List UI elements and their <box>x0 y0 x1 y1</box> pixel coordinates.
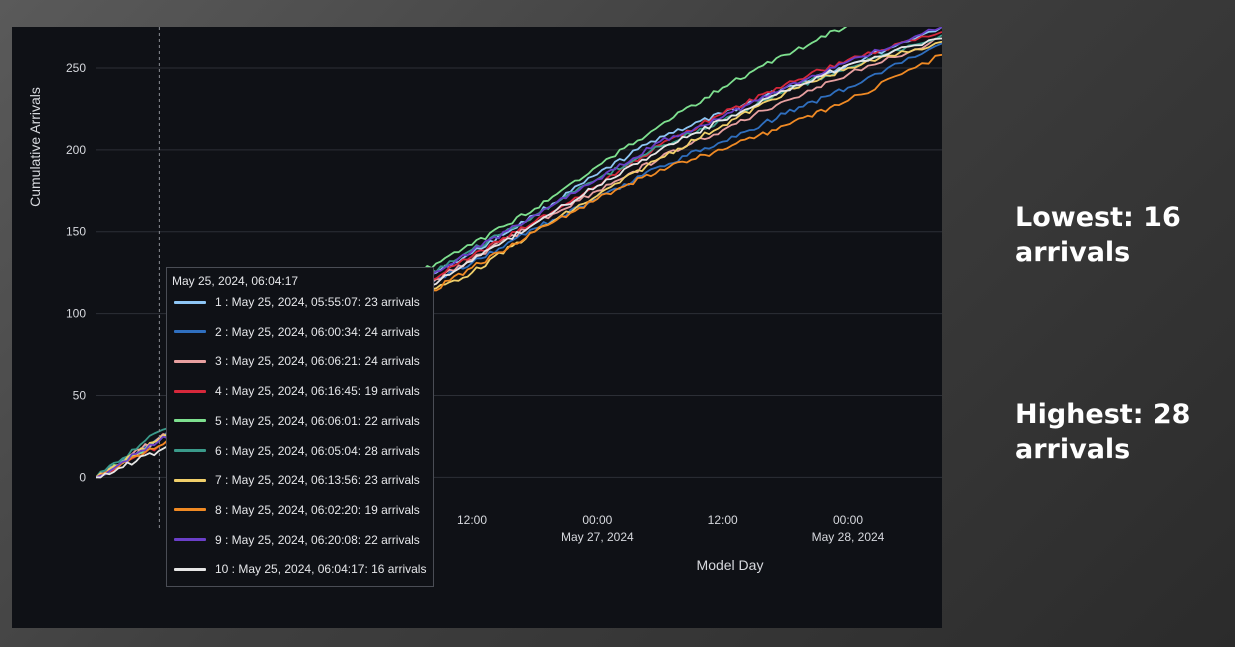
series-swatch-icon <box>174 330 206 334</box>
tooltip-row-text: 2 : May 25, 2024, 06:00:34: 24 arrivals <box>215 324 420 339</box>
series-swatch-icon <box>174 449 206 452</box>
tooltip-row-text: 1 : May 25, 2024, 05:55:07: 23 arrivals <box>215 295 420 309</box>
tooltip-row-text: 6 : May 25, 2024, 06:05:04: 28 arrivals <box>215 443 420 458</box>
tooltip-row: 1 : May 25, 2024, 05:55:07: 23 arrivals <box>174 294 420 310</box>
series-swatch-icon <box>174 359 206 363</box>
y-tick-label: 0 <box>79 470 86 484</box>
tooltip-row: 8 : May 25, 2024, 06:02:20: 19 arrivals <box>174 502 420 518</box>
cumulative-arrivals-chart[interactable]: 050100150200250 12:00 00:00May 27, 202412… <box>12 27 942 628</box>
tooltip-row: 7 : May 25, 2024, 06:13:56: 23 arrivals <box>174 472 420 488</box>
series-swatch-icon <box>174 419 206 423</box>
tooltip-row: 4 : May 25, 2024, 06:16:45: 19 arrivals <box>174 383 420 399</box>
chart-panel[interactable]: 0 50 100 150 200 250 12:00 00:00 May 27, 2024 12… <box>12 27 942 628</box>
y-axis-ticks: 0 50 100 150 200 250 <box>66 61 86 484</box>
tooltip-row: 6 : May 25, 2024, 06:05:04: 28 arrivals <box>174 443 420 459</box>
series-swatch-icon <box>174 567 206 571</box>
tooltip-title: May 25, 2024, 06:04:17 <box>172 274 299 288</box>
y-tick-label: 250 <box>66 61 86 75</box>
x-tick-date-label: May 27, 2024 <box>561 530 634 544</box>
tooltip-row-text: 10 : May 25, 2024, 06:04:17: 16 arrivals <box>215 562 427 577</box>
series-swatch-icon <box>174 538 206 542</box>
tooltip-row-text: 3 : May 25, 2024, 06:06:21: 24 arrivals <box>215 354 420 369</box>
y-tick-label: 150 <box>66 225 86 239</box>
x-tick-label: 12:00 <box>457 513 487 527</box>
tooltip-row: 5 : May 25, 2024, 06:06:01: 22 arrivals <box>174 413 420 429</box>
y-axis-title: Cumulative Arrivals <box>27 87 43 207</box>
tooltip-row-text: 7 : May 25, 2024, 06:13:56: 23 arrivals <box>215 473 420 488</box>
tooltip-row: 3 : May 25, 2024, 06:06:21: 24 arrivals <box>174 353 420 369</box>
x-tick-label: 12:00 <box>708 513 738 527</box>
tooltip-row-text: 4 : May 25, 2024, 06:16:45: 19 arrivals <box>215 384 420 399</box>
x-axis-title: Model Day <box>697 557 764 573</box>
x-tick-label: 00:00 <box>582 513 612 527</box>
tooltip-row-text: 9 : May 25, 2024, 06:20:08: 22 arrivals <box>215 532 420 547</box>
x-axis-ticks: 12:00 00:00 May 27, 2024 12:00 00:00 May 28, … <box>457 513 885 544</box>
highest-arrivals-stat: Highest: 28 arrivals <box>1015 399 1191 466</box>
x-tick-date-label: May 28, 2024 <box>812 530 885 544</box>
series-swatch-icon <box>174 478 206 482</box>
tooltip-row: 2 : May 25, 2024, 06:00:34: 24 arrivals <box>174 324 420 340</box>
hover-tooltip: May 25, 2024, 06:04:17 1 : May 25, 2024,… <box>166 267 434 587</box>
y-tick-label: 50 <box>73 388 87 402</box>
y-tick-label: 100 <box>66 307 86 321</box>
series-swatch-icon <box>174 389 206 393</box>
tooltip-row: 9 : May 25, 2024, 06:20:08: 22 arrivals <box>174 532 420 548</box>
tooltip-row: 10 : May 25, 2024, 06:04:17: 16 arrivals <box>174 561 426 577</box>
tooltip-row-text: 5 : May 25, 2024, 06:06:01: 22 arrivals <box>215 413 420 428</box>
series-swatch-icon <box>174 300 206 304</box>
series-swatch-icon <box>174 508 206 512</box>
y-tick-label: 200 <box>66 143 86 157</box>
lowest-arrivals-stat: Lowest: 16 arrivals <box>1015 202 1181 269</box>
x-tick-label: 00:00 <box>833 513 863 527</box>
tooltip-row-text: 8 : May 25, 2024, 06:02:20: 19 arrivals <box>215 502 420 517</box>
